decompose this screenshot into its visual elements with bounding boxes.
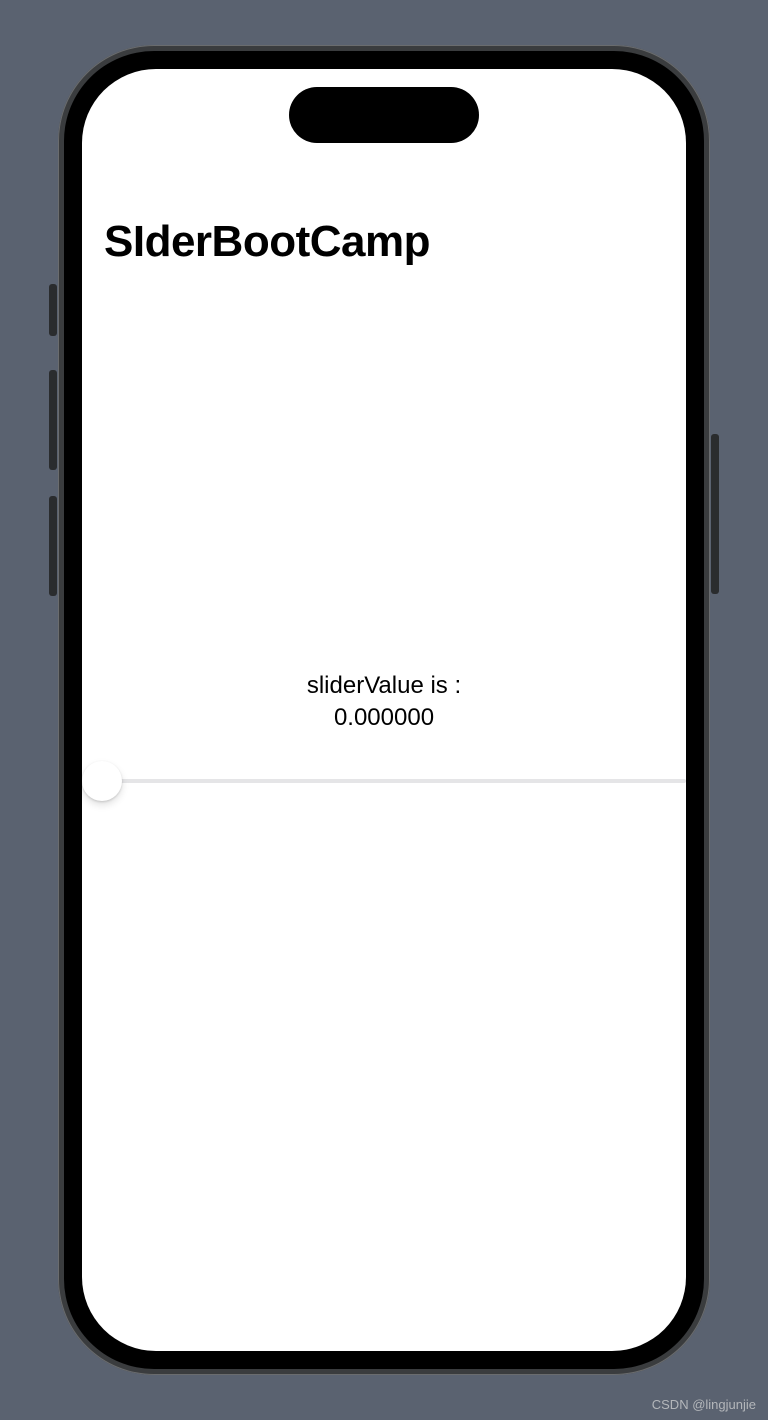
phone-bezel: SIderBootCamp sliderValue is : 0.000000 (64, 51, 704, 1369)
slider-label: sliderValue is : (82, 670, 686, 702)
page-title: SIderBootCamp (104, 217, 664, 267)
phone-screen: SIderBootCamp sliderValue is : 0.000000 (82, 69, 686, 1351)
phone-volume-up (49, 370, 57, 470)
main-area: sliderValue is : 0.000000 (82, 670, 686, 801)
watermark: CSDN @lingjunjie (652, 1397, 756, 1412)
phone-silent-switch (49, 284, 57, 336)
slider[interactable] (82, 761, 686, 801)
phone-volume-down (49, 496, 57, 596)
slider-thumb[interactable] (82, 761, 122, 801)
slider-value-text: 0.000000 (82, 702, 686, 734)
phone-power-button (711, 434, 719, 594)
dynamic-island (289, 87, 479, 143)
app-content: SIderBootCamp sliderValue is : 0.000000 (82, 69, 686, 1351)
slider-track (96, 779, 686, 783)
phone-frame: SIderBootCamp sliderValue is : 0.000000 (58, 45, 710, 1375)
